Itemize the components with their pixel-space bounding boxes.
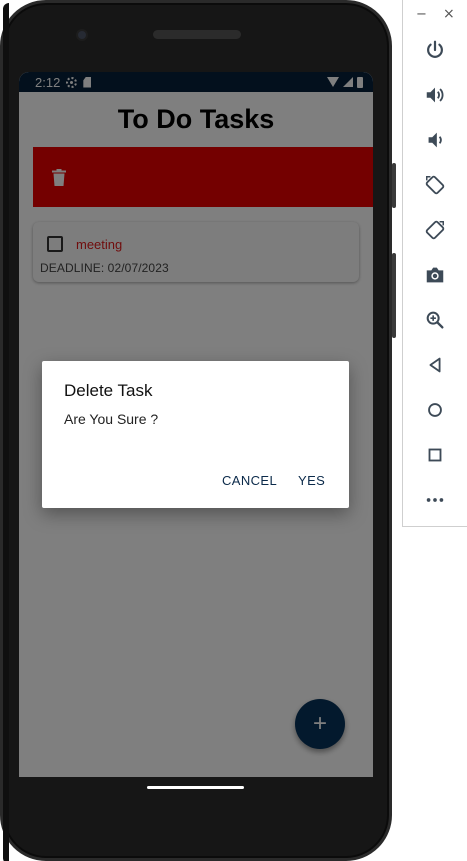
back-button[interactable]: [422, 352, 448, 378]
home-gesture-bar[interactable]: [147, 786, 244, 789]
phone-frame: 2:12 To Do Tasks: [0, 0, 396, 861]
power-icon: [427, 40, 443, 58]
front-camera: [76, 29, 88, 41]
screenshot-button[interactable]: [422, 262, 448, 288]
emulator-window-controls: − ×: [403, 6, 467, 24]
delete-task-dialog: Delete Task Are You Sure ? CANCEL YES: [42, 361, 349, 508]
rotate-right-button[interactable]: [422, 217, 448, 243]
emulator-window: 2:12 To Do Tasks: [0, 0, 467, 861]
overview-icon: [428, 448, 442, 462]
earpiece-speaker: [153, 30, 241, 39]
phone-edge: [3, 3, 9, 861]
phone-screen: 2:12 To Do Tasks: [19, 72, 373, 777]
close-button[interactable]: ×: [443, 6, 455, 22]
dialog-message: Are You Sure ?: [64, 411, 159, 427]
rotate-left-icon: [425, 175, 445, 195]
home-button[interactable]: [422, 397, 448, 423]
camera-icon: [426, 267, 444, 283]
volume-up-icon: [426, 87, 444, 103]
power-button[interactable]: [422, 37, 448, 63]
back-icon: [429, 357, 441, 373]
cancel-button[interactable]: CANCEL: [222, 473, 277, 488]
zoom-button[interactable]: [422, 307, 448, 333]
rotate-right-icon: [425, 220, 445, 240]
home-icon: [428, 403, 442, 417]
zoom-icon: [426, 311, 444, 329]
overview-button[interactable]: [422, 442, 448, 468]
minimize-button[interactable]: −: [416, 7, 427, 22]
emulator-toolbar: − ×: [402, 0, 467, 527]
more-icon: [426, 498, 444, 502]
yes-button[interactable]: YES: [298, 473, 325, 488]
phone-side-button-lower[interactable]: [392, 253, 396, 338]
dialog-title: Delete Task: [64, 381, 153, 400]
volume-down-icon: [428, 132, 442, 148]
volume-down-button[interactable]: [422, 127, 448, 153]
rotate-left-button[interactable]: [422, 172, 448, 198]
more-button[interactable]: [422, 487, 448, 513]
phone-side-button-upper[interactable]: [392, 163, 396, 208]
volume-up-button[interactable]: [422, 82, 448, 108]
